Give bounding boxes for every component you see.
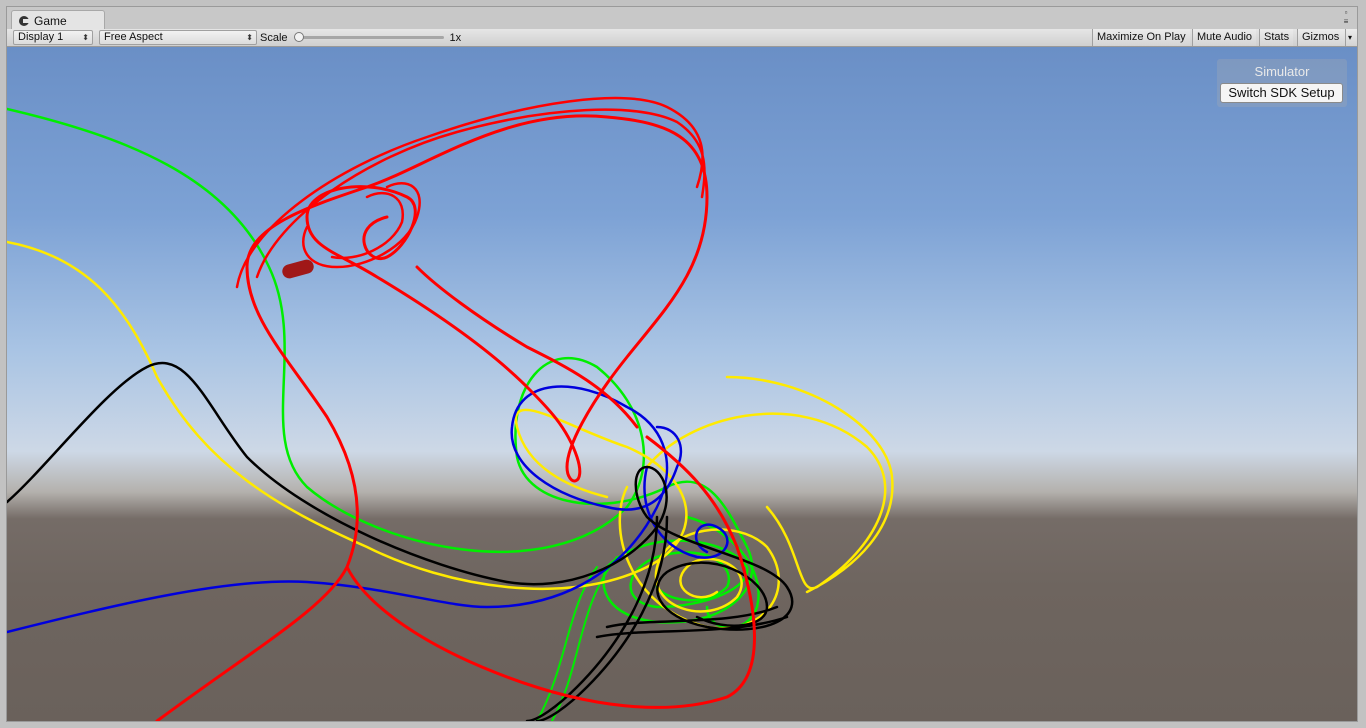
dropdown-arrow-icon: ⬍ [82, 33, 89, 42]
scale-control: Scale 1x [260, 29, 461, 46]
aspect-dropdown-label: Free Aspect [104, 31, 163, 43]
simulator-panel: Simulator Switch SDK Setup [1217, 59, 1347, 107]
tab-bar: Game ▫ ≡ [7, 7, 1357, 30]
game-toolbar: Display 1 ⬍ Free Aspect ⬍ Scale 1x Maxim… [7, 29, 1357, 47]
maximize-window-icon[interactable]: ▫ [1339, 8, 1353, 17]
context-menu-icon[interactable]: ≡ [1339, 17, 1353, 26]
window-controls: ▫ ≡ [1339, 8, 1353, 28]
cylinder-object [282, 259, 314, 279]
display-dropdown[interactable]: Display 1 ⬍ [13, 30, 93, 45]
gizmos-label: Gizmos [1302, 31, 1340, 43]
scale-label: Scale [260, 31, 288, 44]
dropdown-arrow-icon: ⬍ [246, 33, 253, 42]
game-viewport[interactable]: Simulator Switch SDK Setup [7, 47, 1357, 721]
game-icon [19, 15, 29, 26]
scale-slider-thumb[interactable] [293, 32, 304, 42]
attractor-trails [7, 96, 894, 721]
game-window: Game ▫ ≡ Display 1 ⬍ Free Aspect ⬍ Scale… [6, 6, 1358, 722]
yellow-trail [7, 240, 894, 630]
tab-game-label: Game [34, 13, 67, 28]
gizmos-dropdown[interactable]: Gizmos [1297, 29, 1345, 46]
display-dropdown-label: Display 1 [18, 31, 64, 43]
scale-slider[interactable] [293, 32, 444, 42]
green-trail [7, 107, 760, 629]
gizmos-arrow-icon[interactable]: ▾ [1345, 29, 1357, 46]
switch-sdk-setup-button[interactable]: Switch SDK Setup [1220, 83, 1343, 103]
mute-audio-button[interactable]: Mute Audio [1192, 29, 1257, 46]
aspect-dropdown[interactable]: Free Aspect ⬍ [99, 30, 257, 45]
stats-button[interactable]: Stats [1259, 29, 1294, 46]
tab-game[interactable]: Game [11, 10, 105, 30]
simulator-title: Simulator [1254, 64, 1310, 79]
maximize-on-play-button[interactable]: Maximize On Play [1092, 29, 1190, 46]
red-trail [155, 114, 756, 721]
red-trail-top-loop [235, 96, 706, 289]
scale-value: 1x [449, 31, 462, 44]
